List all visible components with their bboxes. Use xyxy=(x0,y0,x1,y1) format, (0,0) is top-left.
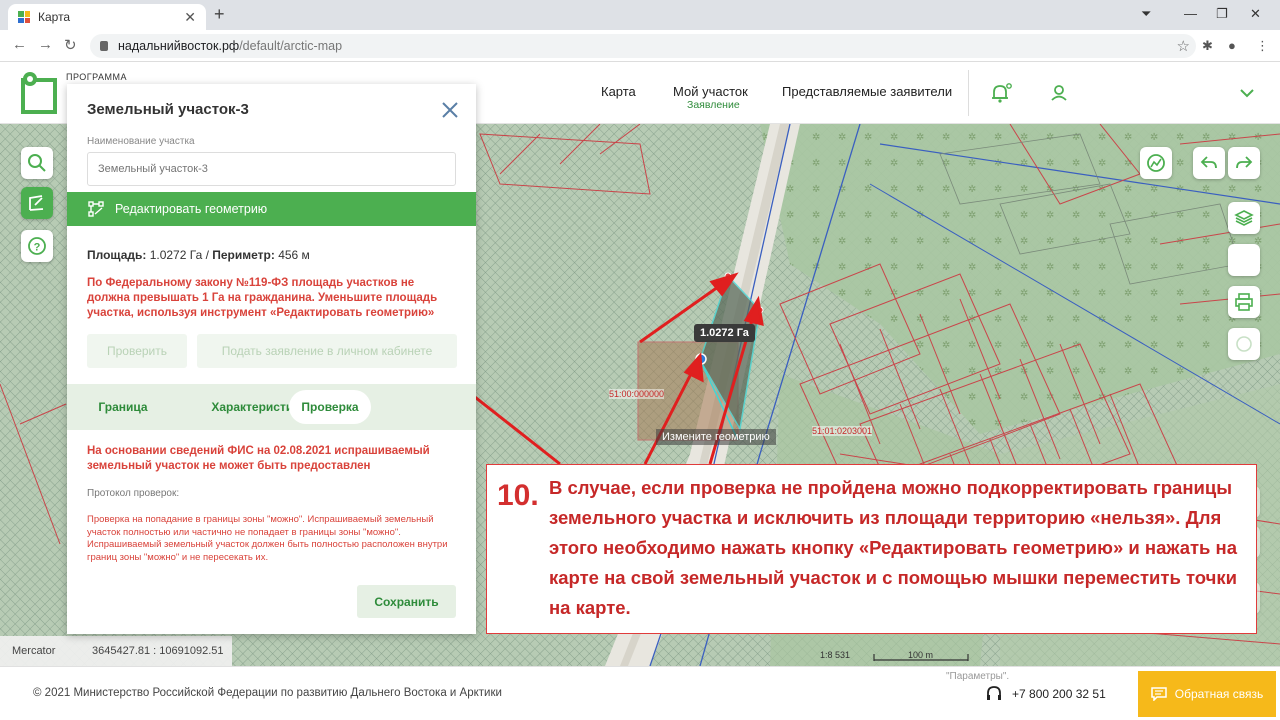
feedback-button[interactable]: Обратная связь xyxy=(1138,671,1276,717)
browser-tab[interactable]: Карта ✕ xyxy=(8,4,206,30)
close-icon[interactable] xyxy=(440,100,460,120)
edit-geometry-icon xyxy=(88,201,104,217)
area-tooltip: 1.0272 Га xyxy=(694,324,755,342)
forward-icon[interactable]: → xyxy=(38,36,53,53)
perimeter-label: Периметр: xyxy=(212,248,275,262)
chat-icon xyxy=(1151,687,1167,701)
profile-menu-icon[interactable]: ⏷ xyxy=(1141,6,1151,22)
nav-my-plot[interactable]: Мой участок xyxy=(673,84,748,99)
url-path: /default/arctic-map xyxy=(239,39,343,53)
step-number: 10. xyxy=(497,479,539,512)
url-input[interactable]: надальнийвосток.рф /default/arctic-map ☆ xyxy=(90,34,1196,58)
search-tool-button[interactable] xyxy=(21,147,53,179)
panel-tabs: Граница Характеристики Проверка xyxy=(67,384,476,430)
site-favicon-icon xyxy=(18,11,30,23)
measure-icon xyxy=(1236,336,1252,352)
tab-border[interactable]: Граница xyxy=(87,390,159,424)
window-close-icon[interactable]: ✕ xyxy=(1250,6,1261,22)
area-label: Площадь: xyxy=(87,248,147,262)
instruction-callout: 10. В случае, если проверка не пройдена … xyxy=(486,464,1257,634)
coordinate-bar: Mercator 3645427.81 : 10691092.51 xyxy=(0,636,232,666)
edit-hint: Измените геометрию xyxy=(656,429,776,445)
browser-tabbar: Карта ✕ + ⏷ — ❐ ✕ xyxy=(0,0,1280,30)
minimize-icon[interactable]: — xyxy=(1184,6,1197,21)
headset-icon xyxy=(987,686,1001,700)
bookmark-star-icon[interactable]: ☆ xyxy=(1177,37,1190,55)
svg-text:?: ? xyxy=(34,242,41,254)
redo-icon xyxy=(1236,156,1253,169)
layers-icon xyxy=(1234,210,1254,226)
undo-button[interactable] xyxy=(1193,147,1225,179)
nav-my-plot-sub: Заявление xyxy=(687,99,740,111)
nav-representatives[interactable]: Представляемые заявители xyxy=(782,84,952,99)
draw-tool-button[interactable] xyxy=(21,187,53,219)
instruction-text: В случае, если проверка не пройдена можн… xyxy=(549,477,1238,618)
measure-button[interactable] xyxy=(1228,328,1260,360)
address-toolbar: ← → ↻ надальнийвосток.рф /default/arctic… xyxy=(0,30,1280,62)
edit-geometry-label: Редактировать геометрию xyxy=(115,202,268,216)
scale-ratio: 1:8 531 xyxy=(820,650,851,660)
search-icon xyxy=(28,154,46,172)
scale-bar-label: 100 m xyxy=(908,650,934,660)
area-value: 1.0272 Га / xyxy=(149,248,209,262)
reload-icon[interactable]: ↻ xyxy=(64,36,77,54)
tab-title: Карта xyxy=(38,10,71,24)
extensions-icon[interactable]: ✱ xyxy=(1202,38,1213,54)
nav-map[interactable]: Карта xyxy=(601,84,636,99)
blank-tool-button[interactable] xyxy=(1228,244,1260,276)
phone-number: +7 800 200 32 51 xyxy=(1012,687,1106,701)
params-link[interactable]: "Параметры". xyxy=(946,671,1009,682)
help-tool-button[interactable]: ? xyxy=(21,230,53,262)
edit-geometry-button[interactable]: Редактировать геометрию xyxy=(67,192,476,226)
land-plot-panel: Земельный участок-3 Наименование участка… xyxy=(67,84,476,634)
copyright-text: © 2021 Министерство Российской Федерации… xyxy=(33,687,502,699)
parcel-label: 51:01:0203001 xyxy=(812,426,873,436)
feedback-label: Обратная связь xyxy=(1174,687,1264,701)
notifications-bell-icon[interactable] xyxy=(990,82,1014,104)
check-button[interactable]: Проверить xyxy=(87,334,187,368)
layers-button[interactable] xyxy=(1228,202,1260,234)
browser-menu-icon[interactable]: ⋮ xyxy=(1256,38,1269,54)
globe-button[interactable] xyxy=(1140,147,1172,179)
chevron-down-icon[interactable] xyxy=(1240,88,1254,98)
lock-icon xyxy=(100,41,108,51)
new-tab-icon[interactable]: + xyxy=(214,4,225,25)
help-icon: ? xyxy=(28,237,46,255)
url-host: надальнийвосток.рф xyxy=(118,39,240,53)
plot-name-input[interactable] xyxy=(87,152,456,186)
account-icon[interactable]: ● xyxy=(1228,38,1236,53)
area-perimeter: Площадь: 1.0272 Га / Периметр: 456 м xyxy=(87,248,310,262)
redo-button[interactable] xyxy=(1228,147,1260,179)
back-icon[interactable]: ← xyxy=(12,36,27,53)
user-profile-icon[interactable] xyxy=(1050,84,1068,102)
panel-title: Земельный участок-3 xyxy=(87,101,249,118)
site-footer: © 2021 Министерство Российской Федерации… xyxy=(0,666,1280,720)
globe-icon xyxy=(1147,154,1165,172)
undo-icon xyxy=(1200,156,1217,169)
protocol-label: Протокол проверок: xyxy=(87,488,180,499)
draw-polygon-icon xyxy=(29,195,44,211)
perimeter-value: 456 м xyxy=(278,248,310,262)
area-warning: По Федеральному закону №119-ФЗ площадь у… xyxy=(87,277,438,319)
submit-application-button[interactable]: Подать заявление в личном кабинете xyxy=(197,334,457,368)
restore-icon[interactable]: ❐ xyxy=(1216,6,1228,22)
printer-icon xyxy=(1235,293,1253,311)
print-button[interactable] xyxy=(1228,286,1260,318)
header-divider xyxy=(968,70,969,116)
support-phone[interactable]: +7 800 200 32 51 xyxy=(985,685,1106,703)
tab-close-icon[interactable]: ✕ xyxy=(184,9,196,26)
save-button[interactable]: Сохранить xyxy=(357,585,456,618)
check-result: На основании сведений ФИС на 02.08.2021 … xyxy=(87,445,430,472)
coordinates-readout: 3645427.81 : 10691092.51 xyxy=(92,645,224,657)
parcel-label: 51:00:000000 xyxy=(609,389,665,399)
logo-text: ПРОГРАММА xyxy=(66,72,128,82)
projection-label: Mercator xyxy=(12,645,56,657)
tab-check[interactable]: Проверка xyxy=(289,390,371,424)
protocol-text: Проверка на попадание в границы зоны "мо… xyxy=(87,514,448,563)
name-field-label: Наименование участка xyxy=(87,136,195,147)
logo-icon[interactable] xyxy=(20,70,60,116)
